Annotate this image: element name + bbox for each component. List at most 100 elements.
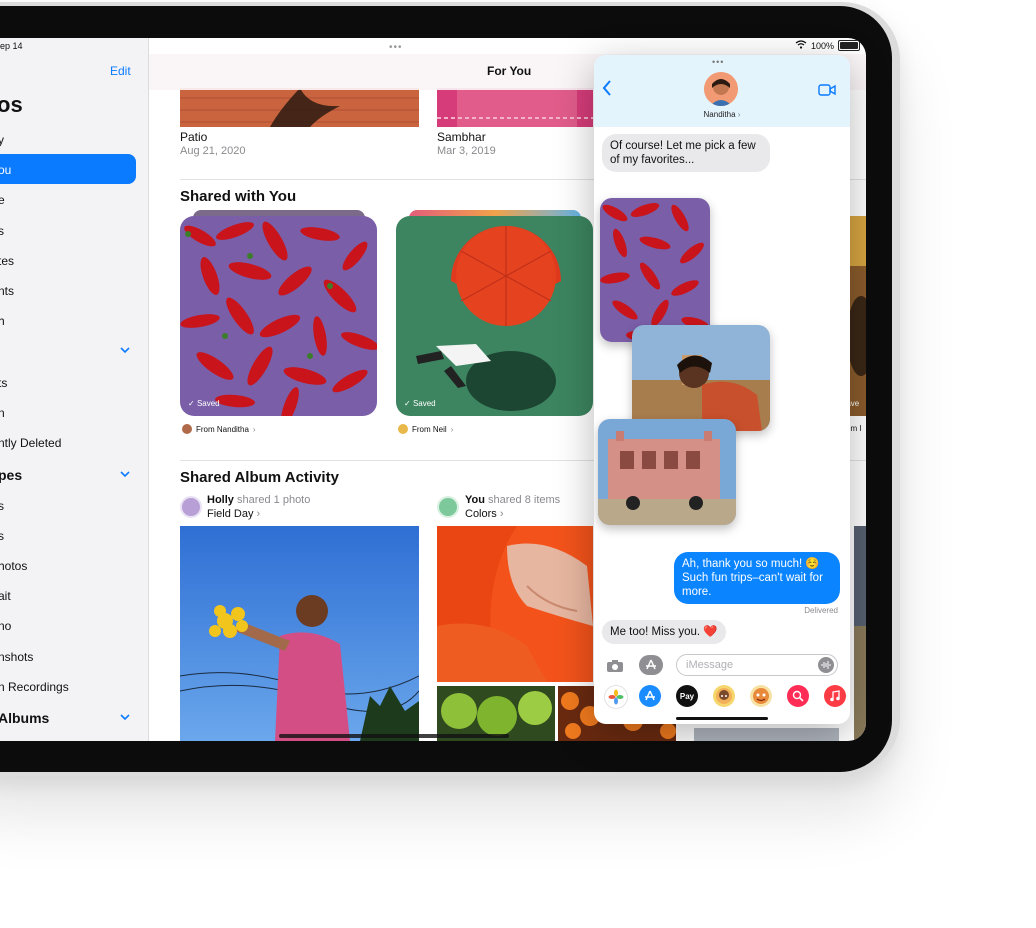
shared-album-activity-heading: Shared Album Activity: [180, 469, 339, 486]
message-photo-chilies[interactable]: [600, 198, 710, 342]
media-types-chevron-down-icon[interactable]: [120, 469, 130, 479]
saved-label: ✓ Saved: [404, 399, 436, 408]
sidebar-item-hidden[interactable]: n: [0, 406, 5, 420]
sidebar-item-imports[interactable]: ts: [0, 376, 7, 390]
contact-avatar[interactable]: [704, 72, 738, 106]
audio-waveform-icon[interactable]: [818, 657, 834, 673]
photos-app-icon[interactable]: [604, 685, 628, 709]
messages-slide-over: ••• Nanditha › Of course! Let me pick a …: [594, 55, 850, 724]
album-field-day-link[interactable]: Field Day ›: [207, 508, 260, 520]
you-avatar: [437, 496, 459, 518]
memory-sambhar-date: Mar 3, 2019: [437, 145, 496, 157]
wifi-icon: [795, 40, 807, 51]
status-time: ep 14: [0, 41, 23, 51]
colors-photo-hand[interactable]: [437, 526, 593, 682]
message-photo-caravan[interactable]: [598, 419, 736, 525]
sidebar-albums-header[interactable]: Albums: [0, 710, 49, 726]
animoji-icon[interactable]: [750, 685, 772, 707]
memory-patio-photo[interactable]: [180, 88, 419, 127]
apple-pay-label: Pay: [679, 691, 695, 701]
sidebar-item-videos[interactable]: s: [0, 499, 4, 513]
activity-holly-name: Holly: [207, 494, 234, 506]
sidebar-item-people[interactable]: e: [0, 193, 5, 207]
camera-icon[interactable]: [606, 659, 624, 678]
slide-over-grabber-icon[interactable]: •••: [712, 57, 724, 67]
apple-pay-icon[interactable]: Pay: [676, 685, 698, 707]
sidebar-item-screen-recordings[interactable]: n Recordings: [0, 680, 69, 694]
shared-card-chilies[interactable]: ✓ Saved: [180, 216, 377, 416]
status-bar: ep 14 100%: [0, 38, 866, 54]
sidebar-media-types-header[interactable]: pes: [0, 467, 22, 483]
neil-avatar: [398, 424, 408, 434]
sidebar-edit-button[interactable]: Edit: [110, 64, 131, 78]
field-day-photo[interactable]: [180, 526, 419, 741]
back-chevron-icon[interactable]: [602, 80, 612, 101]
music-icon[interactable]: [824, 685, 846, 707]
activity-holly-line: Holly shared 1 photo: [207, 494, 310, 506]
sidebar-title: os: [0, 92, 23, 117]
imessage-input[interactable]: iMessage: [676, 654, 838, 676]
app-store-icon[interactable]: [639, 685, 661, 707]
memory-patio-date: Aug 21, 2020: [180, 145, 246, 157]
from-nanditha-text: From Nanditha: [196, 424, 249, 434]
contact-name[interactable]: Nanditha ›: [594, 110, 850, 119]
sidebar-item-live-photos[interactable]: hotos: [0, 559, 27, 573]
umbrella-photo: [396, 216, 593, 416]
colors-photo-limes[interactable]: [437, 686, 555, 741]
from-neil-text: From Neil: [412, 424, 447, 434]
sidebar-item-favorites[interactable]: tes: [0, 254, 14, 268]
app-store-button-icon[interactable]: [639, 655, 663, 675]
sidebar-item-selfies[interactable]: s: [0, 529, 4, 543]
sidebar-item-search[interactable]: h: [0, 314, 5, 328]
delivered-status: Delivered: [804, 606, 838, 615]
battery-icon: [838, 40, 860, 51]
memory-patio-title: Patio: [180, 130, 208, 144]
sidebar-item-for-you[interactable]: ou: [0, 163, 11, 177]
message-photo-portrait[interactable]: [632, 325, 770, 431]
chevron-right-icon: ›: [499, 508, 504, 520]
chevron-right-icon: ›: [450, 424, 454, 434]
home-indicator: [279, 734, 509, 738]
memoji-icon[interactable]: [713, 685, 735, 707]
image-search-icon[interactable]: [787, 685, 809, 707]
from-neil-link[interactable]: From Neil ›: [398, 424, 453, 434]
activity-you-line: You shared 8 items: [465, 494, 560, 506]
activity-you-name: You: [465, 494, 485, 506]
chilies-photo: [180, 216, 377, 416]
chevron-right-icon: ›: [256, 508, 261, 520]
outgoing-message-1: Ah, thank you so much! ☺️ Such fun trips…: [674, 552, 840, 604]
sidebar-item-places[interactable]: s: [0, 224, 4, 238]
battery-percent: 100%: [810, 40, 834, 51]
sidebar-item-library[interactable]: y: [0, 133, 4, 147]
conversation-header: ••• Nanditha ›: [594, 55, 850, 127]
contact-name-text: Nanditha: [703, 110, 736, 119]
sidebar-item-screenshots[interactable]: nshots: [0, 650, 33, 664]
sidebar-item-portrait[interactable]: ait: [0, 589, 11, 603]
sidebar-item-recently-deleted[interactable]: ntly Deleted: [0, 436, 61, 450]
status-right: 100%: [795, 40, 860, 51]
activity-holly-action: shared 1 photo: [236, 494, 311, 506]
utilities-chevron-down-icon[interactable]: [120, 345, 130, 355]
sidebar-item-recents[interactable]: nts: [0, 284, 14, 298]
incoming-message-1: Of course! Let me pick a few of my favor…: [602, 134, 770, 172]
activity-you-action: shared 8 items: [488, 494, 561, 506]
saved-label: ✓ Saved: [188, 399, 220, 408]
sidebar-selected-highlight: [0, 154, 136, 184]
sidebar-item-panorama[interactable]: no: [0, 619, 11, 633]
album-colors-link[interactable]: Colors ›: [465, 508, 504, 520]
side-photo-bottom[interactable]: [694, 728, 839, 741]
home-indicator: [676, 717, 768, 720]
nanditha-avatar: [182, 424, 192, 434]
saved-text: Saved: [412, 399, 436, 408]
memory-sambhar-photo[interactable]: [437, 88, 593, 127]
from-nanditha-link[interactable]: From Nanditha ›: [182, 424, 256, 434]
side-photo-strip[interactable]: [854, 526, 866, 741]
incoming-message-2: Me too! Miss you. ❤️: [602, 620, 726, 644]
nav-title: For You: [487, 64, 532, 78]
facetime-video-icon[interactable]: [818, 83, 836, 101]
chevron-right-icon: ›: [737, 110, 741, 119]
album-colors-name: Colors: [465, 508, 497, 520]
albums-chevron-down-icon[interactable]: [120, 712, 130, 722]
shared-card-umbrella[interactable]: ✓ Saved: [396, 216, 593, 416]
shared-with-you-heading: Shared with You: [180, 188, 297, 205]
